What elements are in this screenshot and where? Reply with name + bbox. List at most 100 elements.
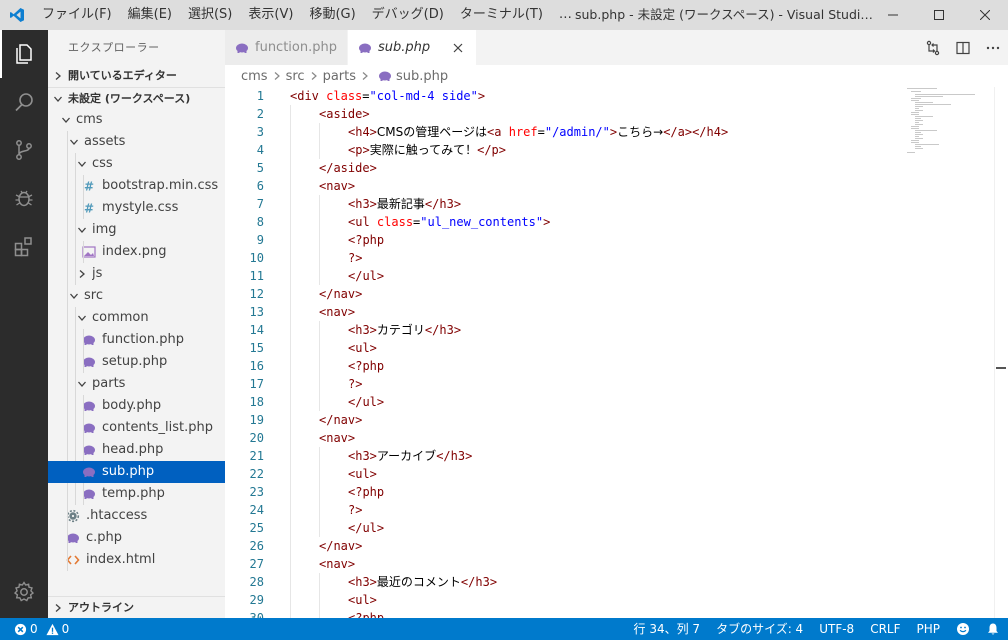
tree-folder[interactable]: src	[48, 285, 225, 307]
menu-item[interactable]: 移動(G)	[301, 0, 363, 30]
line-code: <?php	[348, 485, 385, 499]
menu-item[interactable]: 表示(V)	[240, 0, 301, 30]
line-number: 6	[256, 179, 264, 193]
line-number: 8	[256, 215, 264, 229]
close-icon	[980, 10, 990, 20]
chevron-down-icon	[56, 115, 76, 125]
maximize-button[interactable]	[916, 0, 962, 30]
tree-file[interactable]: .htaccess	[48, 505, 225, 527]
minimize-button[interactable]	[870, 0, 916, 30]
indent-guide	[319, 519, 320, 537]
cursor-position[interactable]: 行 34、列 7	[626, 618, 709, 640]
outline-header[interactable]: アウトライン	[48, 596, 225, 618]
feedback-button[interactable]	[948, 618, 978, 640]
menu-item[interactable]: 選択(S)	[180, 0, 240, 30]
extensions-button[interactable]	[0, 222, 48, 270]
tree-file[interactable]: # bootstrap.min.css	[48, 175, 225, 197]
problems-indicator[interactable]: 0 0	[0, 618, 77, 640]
split-editor-icon	[956, 41, 970, 54]
indent-guide	[67, 351, 68, 373]
tree-folder[interactable]: img	[48, 219, 225, 241]
indent-guide	[290, 447, 291, 465]
line-number: 18	[249, 395, 264, 409]
tree-file[interactable]: head.php	[48, 439, 225, 461]
indent-guide	[83, 461, 84, 483]
menu-item[interactable]: デバッグ(D)	[364, 0, 452, 30]
more-actions-button[interactable]	[978, 30, 1008, 65]
tab-sub-php[interactable]: sub.php	[347, 30, 478, 65]
open-editors-header[interactable]: 開いているエディター	[48, 65, 225, 87]
tab-function-php[interactable]: function.php	[225, 30, 348, 65]
notifications-button[interactable]	[978, 618, 1008, 640]
line-code: <?php	[348, 233, 385, 247]
menu-item[interactable]: ファイル(F)	[34, 0, 120, 30]
close-window-button[interactable]	[962, 0, 1008, 30]
indent-guide	[319, 501, 320, 519]
tree-folder[interactable]: css	[48, 153, 225, 175]
code-line: 1 <div class="col-md-4 side">	[225, 87, 1008, 105]
tree-folder[interactable]: assets	[48, 131, 225, 153]
language-mode[interactable]: PHP	[909, 618, 949, 640]
tree-file[interactable]: sub.php	[48, 461, 225, 483]
indent-guide	[319, 195, 320, 213]
breadcrumb-item[interactable]: sub.php	[396, 69, 448, 84]
tree-file[interactable]: index.png	[48, 241, 225, 263]
line-code: ?>	[348, 377, 363, 391]
indent-guide	[319, 267, 320, 285]
explorer-button[interactable]	[0, 30, 48, 78]
manage-button[interactable]	[0, 568, 48, 616]
tree-file[interactable]: c.php	[48, 527, 225, 549]
tree-folder[interactable]: common	[48, 307, 225, 329]
breadcrumb-item[interactable]: cms	[241, 69, 268, 84]
debug-button[interactable]	[0, 174, 48, 222]
extensions-icon	[14, 237, 32, 257]
tree-file[interactable]: contents_list.php	[48, 417, 225, 439]
editor-tabs: function.php sub.php	[225, 30, 1008, 65]
indent-guide	[67, 175, 68, 197]
tree-item-label: cms	[76, 112, 103, 127]
warning-icon	[46, 623, 59, 635]
tree-folder[interactable]: parts	[48, 373, 225, 395]
tree-folder[interactable]: js	[48, 263, 225, 285]
search-button[interactable]	[0, 78, 48, 126]
workspace-header[interactable]: 未設定 (ワークスペース)	[48, 87, 225, 109]
tree-file[interactable]: temp.php	[48, 483, 225, 505]
tree-file[interactable]: # mystyle.css	[48, 197, 225, 219]
source-control-button[interactable]	[0, 126, 48, 174]
tree-file[interactable]: index.html	[48, 549, 225, 571]
outline-label: アウトライン	[68, 600, 134, 614]
breadcrumb-item[interactable]: src	[286, 69, 305, 84]
code-editor[interactable]: 1 <div class="col-md-4 side"> 2 <aside> 3 <h4…	[225, 87, 1008, 618]
breadcrumb-item[interactable]: parts	[323, 69, 356, 84]
menu-item[interactable]: 編集(E)	[120, 0, 180, 30]
close-tab-button[interactable]	[450, 40, 466, 56]
line-code: <ul>	[348, 467, 377, 481]
encoding-status[interactable]: UTF-8	[811, 618, 862, 640]
tree-folder[interactable]: cms	[48, 109, 225, 131]
tree-file[interactable]: body.php	[48, 395, 225, 417]
menu-bar: ファイル(F) 編集(E) 選択(S) 表示(V) 移動(G) デバッグ(D) ターミナル(…	[34, 0, 580, 30]
line-code: ?>	[348, 503, 363, 517]
open-changes-button[interactable]	[918, 30, 948, 65]
code-line: 24 ?>	[225, 501, 1008, 519]
indent-guide	[319, 321, 320, 339]
code-line: 4 <p>実際に触ってみて！</p>	[225, 141, 1008, 159]
eol-status[interactable]: CRLF	[862, 618, 908, 640]
line-number: 5	[256, 161, 264, 175]
tree-file[interactable]: setup.php	[48, 351, 225, 373]
indentation-status[interactable]: タブのサイズ: 4	[708, 618, 811, 640]
indent-guide	[67, 197, 68, 219]
tree-file[interactable]: function.php	[48, 329, 225, 351]
indent-guide	[290, 393, 291, 411]
indent-guide	[290, 159, 291, 177]
menu-item[interactable]: ターミナル(T)	[452, 0, 551, 30]
line-code: </ul>	[348, 521, 385, 535]
line-code: <?php	[348, 611, 385, 618]
chevron-right-icon	[309, 71, 319, 81]
source-control-icon	[16, 140, 32, 160]
split-editor-button[interactable]	[948, 30, 978, 65]
php-file-icon	[235, 42, 249, 54]
indent-guide	[290, 249, 291, 267]
line-code: <h3>アーカイブ</h3>	[348, 449, 473, 463]
line-number: 22	[249, 467, 264, 481]
